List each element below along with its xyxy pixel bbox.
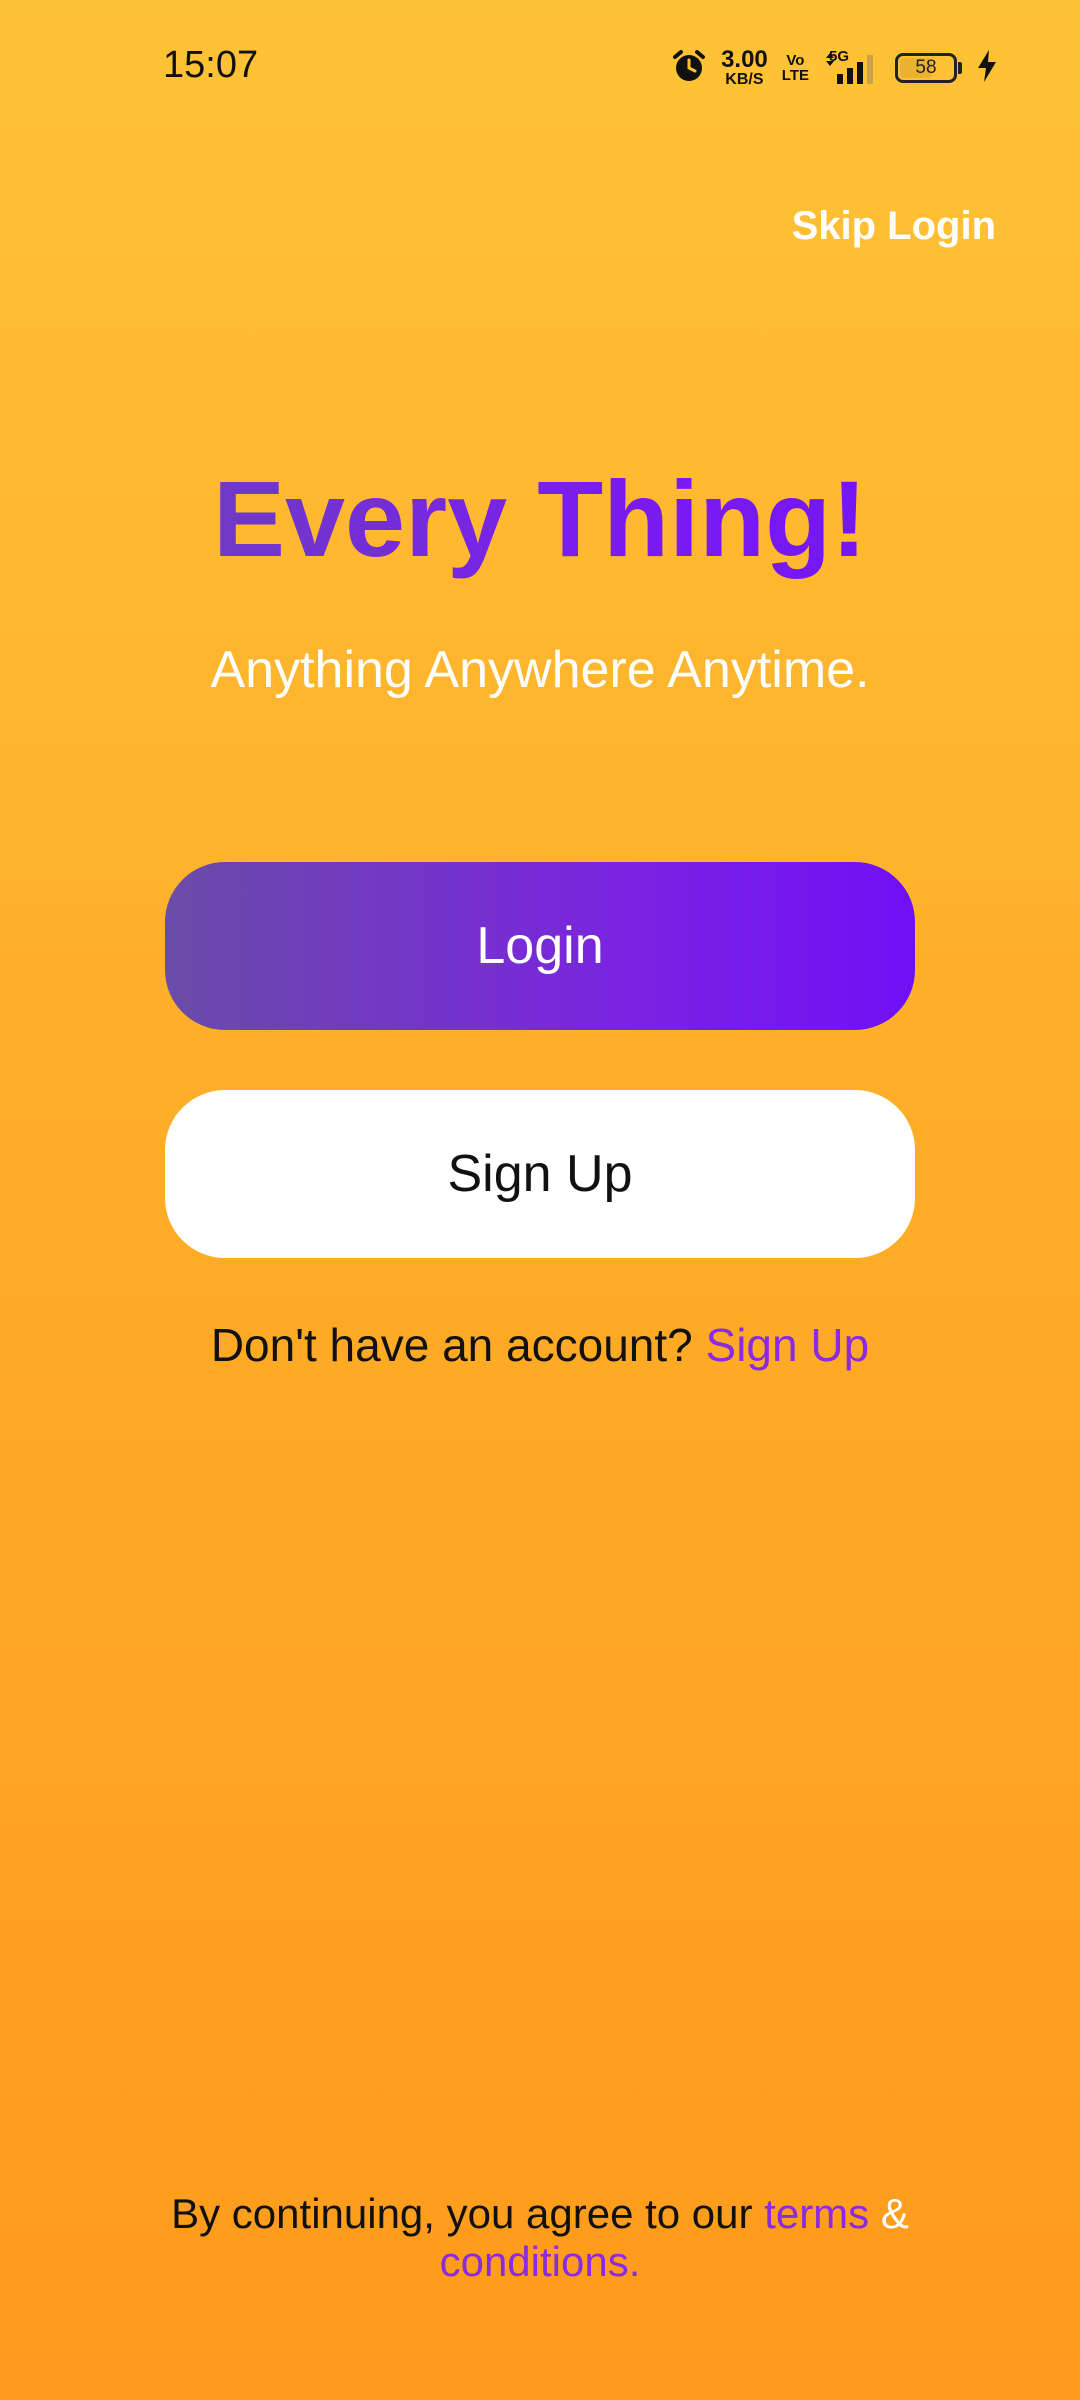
- volte-indicator: Vo LTE: [782, 53, 809, 83]
- charging-icon: [976, 49, 998, 88]
- account-prompt: Don't have an account? Sign Up: [0, 1318, 1080, 1372]
- terms-footer: By continuing, you agree to our terms & …: [0, 2190, 1080, 2287]
- tagline: Anything Anywhere Anytime.: [210, 641, 870, 699]
- network-type: 5G: [829, 48, 850, 65]
- signup-link[interactable]: Sign Up: [706, 1319, 870, 1371]
- battery-icon: 58: [895, 53, 962, 83]
- battery-body: 58: [895, 53, 957, 83]
- app-title: Every Thing!: [0, 459, 1080, 579]
- status-time: 15:07: [163, 44, 259, 86]
- network-speed-unit: KB/S: [725, 71, 764, 88]
- volte-bottom: LTE: [781, 67, 809, 84]
- status-bar: 15:07 3.00 KB/S Vo LTE 5G 58: [0, 0, 1080, 140]
- battery-level: 58: [915, 57, 937, 78]
- terms-prefix-text: By continuing, you agree to our: [171, 2190, 765, 2237]
- volte-top: Vo: [786, 52, 805, 69]
- alarm-icon: [671, 48, 707, 89]
- login-button[interactable]: Login: [165, 862, 915, 1030]
- signal-icon: 5G: [823, 48, 881, 86]
- network-speed: 3.00 KB/S: [721, 48, 768, 88]
- conditions-link[interactable]: conditions.: [440, 2238, 641, 2285]
- battery-cap: [958, 62, 962, 74]
- skip-login-button[interactable]: Skip Login: [792, 204, 996, 249]
- account-prompt-text: Don't have an account?: [210, 1319, 706, 1371]
- signup-button[interactable]: Sign Up: [165, 1090, 915, 1258]
- network-speed-value: 3.00: [721, 46, 768, 73]
- terms-link[interactable]: terms: [764, 2190, 869, 2237]
- status-icons: 3.00 KB/S Vo LTE 5G 58: [671, 48, 998, 88]
- terms-ampersand: &: [869, 2190, 909, 2237]
